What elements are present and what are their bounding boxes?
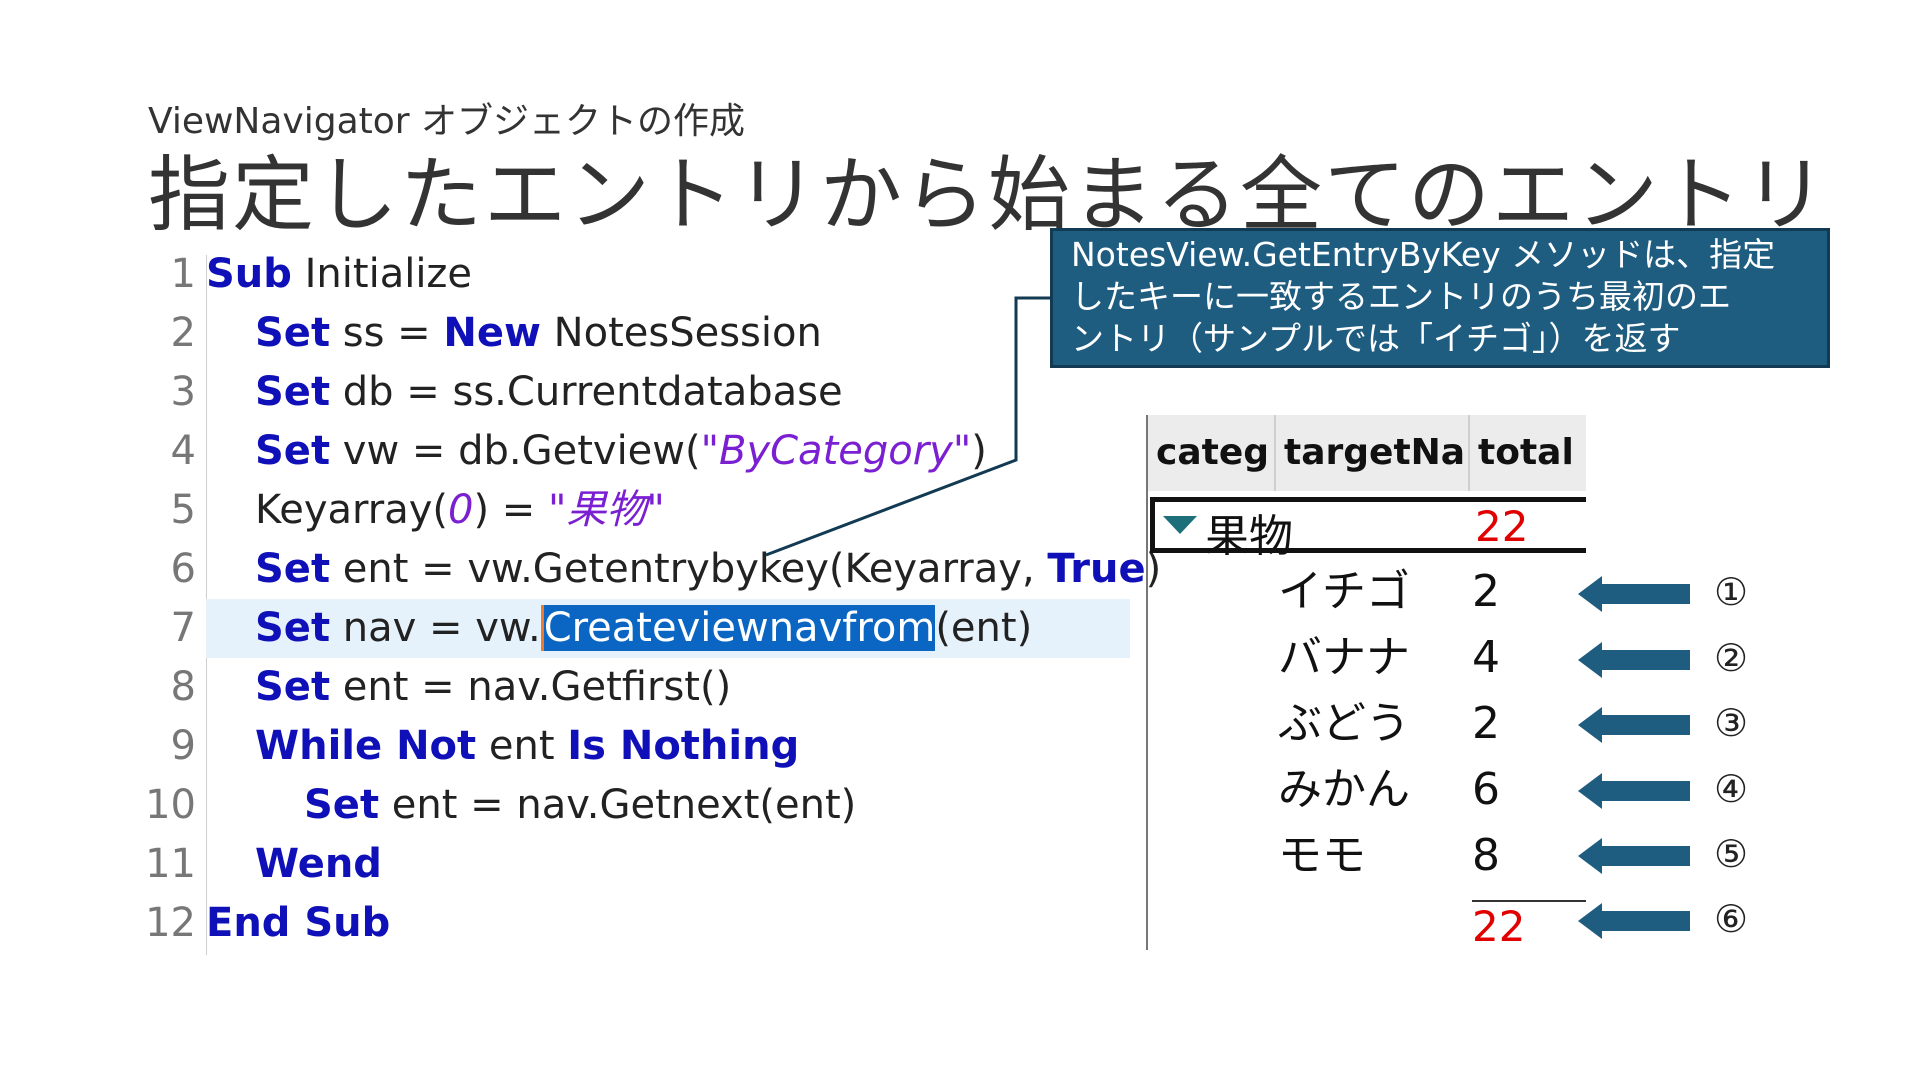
left-arrow-icon (1578, 773, 1690, 809)
view-column-header[interactable]: categ targetNam total (1148, 415, 1586, 491)
column-header-targetname[interactable]: targetNam (1276, 415, 1470, 491)
callout-line: したキーに一致するエントリのうち最初のエ (1071, 277, 1731, 316)
entry-total: 4 (1472, 632, 1500, 683)
left-arrow-icon (1578, 707, 1690, 743)
notes-view-panel[interactable]: categ targetNam total 果物 22 イチゴ 2 バナナ 4 … (1146, 415, 1586, 951)
step-marker: ⑥ (1714, 897, 1749, 941)
step-marker: ② (1714, 636, 1749, 680)
callout-line: ントリ（サンプルでは「イチゴ」）を返す (1071, 319, 1681, 358)
left-arrow-icon (1578, 903, 1690, 939)
left-arrow-icon (1578, 576, 1690, 612)
category-total: 22 (1475, 502, 1529, 551)
entry-name[interactable]: ぶどう (1278, 694, 1410, 754)
step-marker: ⑤ (1714, 832, 1749, 876)
step-marker: ① (1714, 570, 1749, 614)
left-arrow-icon (1578, 642, 1690, 678)
callout-box: NotesView.GetEntryByKey メソッドは、指定 したキーに一致… (1050, 228, 1830, 368)
entry-total: 8 (1472, 830, 1500, 881)
column-header-total[interactable]: total (1470, 415, 1586, 491)
entry-total: 2 (1472, 566, 1500, 617)
left-arrow-icon (1578, 838, 1690, 874)
step-marker: ④ (1714, 767, 1749, 811)
step-marker: ③ (1714, 701, 1749, 745)
view-left-border (1146, 415, 1148, 950)
entry-name[interactable]: モモ (1278, 826, 1366, 886)
entry-name[interactable]: みかん (1278, 760, 1410, 820)
category-name: 果物 (1205, 511, 1293, 562)
entry-name[interactable]: バナナ (1278, 628, 1410, 688)
callout-line: NotesView.GetEntryByKey メソッドは、指定 (1071, 235, 1776, 274)
column-header-category[interactable]: categ (1148, 415, 1276, 491)
expand-triangle-icon[interactable] (1163, 516, 1197, 534)
sum-total: 22 (1472, 902, 1526, 951)
entry-total: 6 (1472, 764, 1500, 815)
entry-total: 2 (1472, 698, 1500, 749)
category-row[interactable]: 果物 22 (1150, 497, 1586, 562)
entry-name[interactable]: イチゴ (1278, 562, 1410, 622)
